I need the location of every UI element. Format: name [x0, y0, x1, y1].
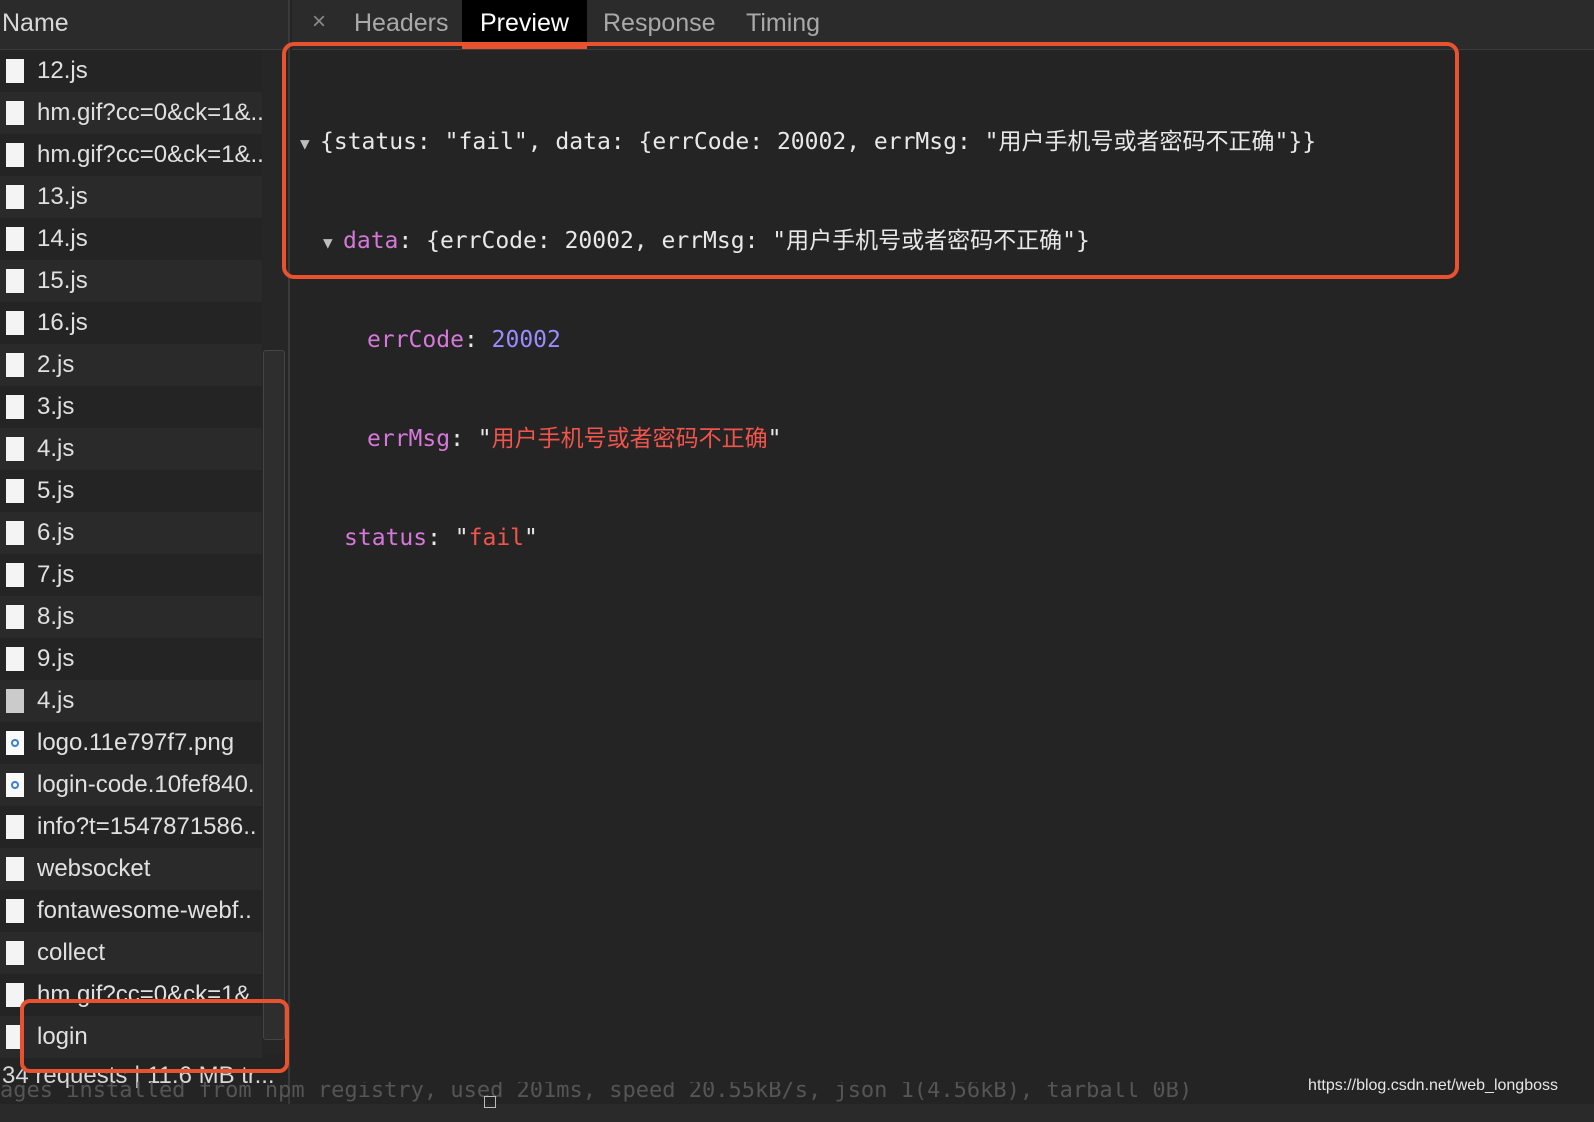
request-row[interactable]: 4.js — [0, 428, 262, 470]
script-icon — [6, 689, 24, 713]
request-row[interactable]: login-code.10fef840. — [0, 764, 262, 806]
request-row[interactable]: 14.js — [0, 218, 262, 260]
json-highlight-box — [282, 42, 1459, 279]
request-name: 3.js — [37, 393, 75, 420]
json-value-status: fail — [468, 525, 525, 551]
request-name: 4.js — [37, 687, 75, 714]
document-icon — [6, 269, 24, 293]
document-icon — [6, 563, 24, 587]
request-row[interactable]: info?t=1547871586.. — [0, 806, 262, 848]
document-icon — [6, 143, 24, 167]
request-name: collect — [37, 939, 106, 966]
document-icon — [6, 647, 24, 671]
request-name: fontawesome-webf.. — [37, 897, 252, 924]
document-icon — [6, 605, 24, 629]
document-icon — [6, 311, 24, 335]
request-row[interactable]: logo.11e797f7.png — [0, 722, 262, 764]
request-row[interactable]: 16.js — [0, 302, 262, 344]
request-row[interactable]: collect — [0, 932, 262, 974]
document-icon — [6, 185, 24, 209]
request-list: 12.js hm.gif?cc=0&ck=1&.. hm.gif?cc=0&ck=1… — [0, 50, 262, 1058]
document-icon — [6, 941, 24, 965]
request-row[interactable]: 7.js — [0, 554, 262, 596]
request-name: 15.js — [37, 267, 88, 294]
document-icon — [6, 59, 24, 83]
request-name: hm.gif?cc=0&ck=1&.. — [37, 99, 262, 126]
bottom-strip — [0, 1104, 1594, 1122]
request-name: 16.js — [37, 309, 88, 336]
request-name: 7.js — [37, 561, 75, 588]
json-value-errcode: 20002 — [491, 327, 561, 353]
request-name: info?t=1547871586.. — [37, 813, 257, 840]
document-icon — [6, 437, 24, 461]
close-icon[interactable]: × — [312, 8, 326, 36]
request-row[interactable]: 5.js — [0, 470, 262, 512]
request-name: logo.11e797f7.png — [37, 729, 235, 756]
image-icon — [6, 731, 24, 755]
request-row[interactable]: 9.js — [0, 638, 262, 680]
request-row[interactable]: websocket — [0, 848, 262, 890]
request-name: 14.js — [37, 225, 88, 252]
request-row[interactable]: 3.js — [0, 386, 262, 428]
request-name: 5.js — [37, 477, 75, 504]
request-name: 2.js — [37, 351, 75, 378]
document-icon — [6, 479, 24, 503]
request-row[interactable]: 6.js — [0, 512, 262, 554]
json-key-errmsg: errMsg — [367, 426, 451, 452]
request-name: 6.js — [37, 519, 75, 546]
request-row[interactable]: 8.js — [0, 596, 262, 638]
json-status-row: status: "fail" — [344, 525, 538, 551]
login-highlight-box — [20, 999, 289, 1073]
request-list-panel: Name 12.js hm.gif?cc=0&ck=1&.. hm.gif?cc=0… — [0, 0, 290, 1104]
request-row[interactable]: 4.js — [0, 680, 262, 722]
request-name: websocket — [37, 855, 151, 882]
request-row[interactable]: hm.gif?cc=0&ck=1&.. — [0, 92, 262, 134]
document-icon — [6, 101, 24, 125]
request-row[interactable]: 13.js — [0, 176, 262, 218]
json-key-errcode: errCode — [367, 327, 464, 353]
request-name: 13.js — [37, 183, 88, 210]
request-name: 12.js — [37, 57, 88, 84]
json-errmsg-row: errMsg: "用户手机号或者密码不正确" — [367, 426, 782, 452]
request-name: hm.gif?cc=0&ck=1&.. — [37, 141, 262, 168]
checkbox-icon[interactable] — [484, 1096, 496, 1108]
document-icon — [6, 857, 24, 881]
request-row[interactable]: 2.js — [0, 344, 262, 386]
request-name: 8.js — [37, 603, 75, 630]
document-icon — [6, 227, 24, 251]
request-row[interactable]: 12.js — [0, 50, 262, 92]
request-row[interactable]: fontawesome-webf.. — [0, 890, 262, 932]
image-icon — [6, 773, 24, 797]
document-icon — [6, 353, 24, 377]
request-name: login-code.10fef840. — [37, 771, 255, 798]
document-icon — [6, 521, 24, 545]
request-row[interactable]: 15.js — [0, 260, 262, 302]
request-name: 4.js — [37, 435, 75, 462]
request-name: 9.js — [37, 645, 75, 672]
scrollbar-thumb[interactable] — [263, 350, 285, 1040]
json-value-errmsg: 用户手机号或者密码不正确 — [491, 426, 768, 452]
document-icon — [6, 815, 24, 839]
document-icon — [6, 395, 24, 419]
watermark-text: https://blog.csdn.net/web_longboss — [1308, 1077, 1558, 1094]
request-row[interactable]: hm.gif?cc=0&ck=1&.. — [0, 134, 262, 176]
json-key-status: status — [344, 525, 428, 551]
json-errcode-row: errCode: 20002 — [367, 327, 561, 353]
document-icon — [6, 899, 24, 923]
name-column-header[interactable]: Name — [0, 0, 288, 50]
